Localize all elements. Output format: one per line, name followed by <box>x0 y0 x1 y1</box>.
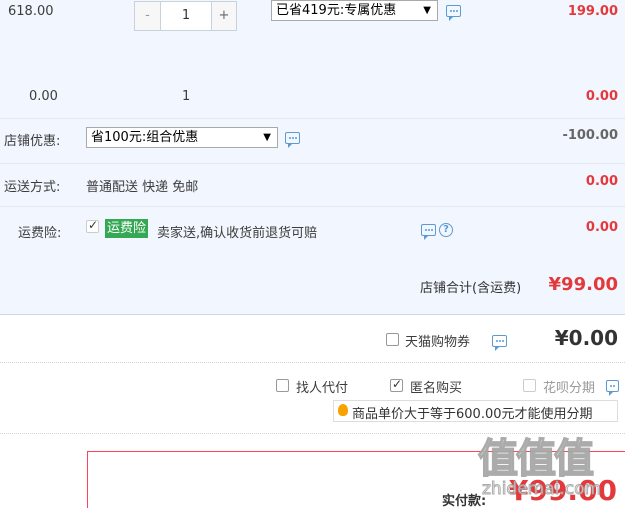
divider <box>0 362 625 363</box>
tmall-coupon-checkbox[interactable] <box>386 333 399 346</box>
qty-input[interactable]: 1 <box>161 2 211 30</box>
item1-total: 199.00 <box>567 4 618 19</box>
chat-icon[interactable] <box>285 132 300 148</box>
shop-discount-select[interactable]: 省100元:组合优惠 ▼ <box>86 127 278 148</box>
shop-total-amount: ¥99.00 <box>548 274 618 295</box>
qty-minus-button[interactable]: - <box>135 2 161 30</box>
shipping-label: 运送方式: <box>4 180 61 195</box>
item1-price: 618.00 <box>8 4 54 19</box>
anonymous-checkbox[interactable] <box>390 377 403 392</box>
tmall-coupon-amount: ¥0.00 <box>554 326 618 350</box>
chat-icon[interactable] <box>606 380 619 396</box>
order-confirm-panel: 618.00 - 1 + 已省419元:专属优惠 ▼ 199.00 0.00 1… <box>0 0 625 508</box>
quantity-stepper: - 1 + <box>134 1 237 31</box>
chat-icon[interactable] <box>446 5 461 21</box>
item2-price: 0.00 <box>29 89 58 104</box>
item-promo-select[interactable]: 已省419元:专属优惠 ▼ <box>271 0 438 21</box>
huabei-label: 花呗分期 <box>543 381 596 396</box>
shop-total-row <box>0 253 625 314</box>
item2-total: 0.00 <box>585 89 618 104</box>
divider <box>0 314 625 315</box>
shipping-amount: 0.00 <box>585 174 618 189</box>
shop-discount-label: 店铺优惠: <box>4 134 61 149</box>
huabei-tip-text: 商品单价大于等于600.00元才能使用分期 <box>352 407 593 422</box>
watermark-site: zhidemai.com <box>481 479 602 500</box>
bulb-icon <box>338 404 348 416</box>
shop-discount-amount: -100.00 <box>562 128 618 143</box>
shipping-value: 普通配送 快递 免邮 <box>86 180 199 195</box>
tmall-coupon-label: 天猫购物券 <box>405 335 471 350</box>
shop-total-label: 店铺合计(含运费) <box>420 281 522 296</box>
chat-icon[interactable] <box>492 335 507 351</box>
insurance-text: 卖家送,确认收货前退货可赔 <box>157 226 318 241</box>
item2-qty: 1 <box>182 89 191 104</box>
proxy-pay-label: 找人代付 <box>296 381 349 396</box>
insurance-label: 运费险: <box>18 226 62 241</box>
pay-label: 实付款: <box>442 494 487 508</box>
huabei-tip: 商品单价大于等于600.00元才能使用分期 <box>333 400 618 422</box>
item-promo-select-value: 已省419元:专属优惠 <box>276 3 397 18</box>
dropdown-arrow-icon: ▼ <box>263 132 271 143</box>
dropdown-arrow-icon: ▼ <box>423 5 431 16</box>
insurance-checkbox <box>86 218 99 233</box>
insurance-amount: 0.00 <box>585 220 618 235</box>
watermark-logo: 值值值 <box>477 435 595 483</box>
anonymous-label: 匿名购买 <box>410 381 463 396</box>
help-icon[interactable]: ? <box>439 223 453 237</box>
chat-icon[interactable] <box>421 224 436 240</box>
shop-discount-select-value: 省100元:组合优惠 <box>91 130 199 145</box>
proxy-pay-checkbox[interactable] <box>276 379 289 392</box>
qty-plus-button[interactable]: + <box>211 2 236 30</box>
insurance-badge: 运费险 <box>105 219 149 238</box>
huabei-checkbox <box>523 379 536 392</box>
